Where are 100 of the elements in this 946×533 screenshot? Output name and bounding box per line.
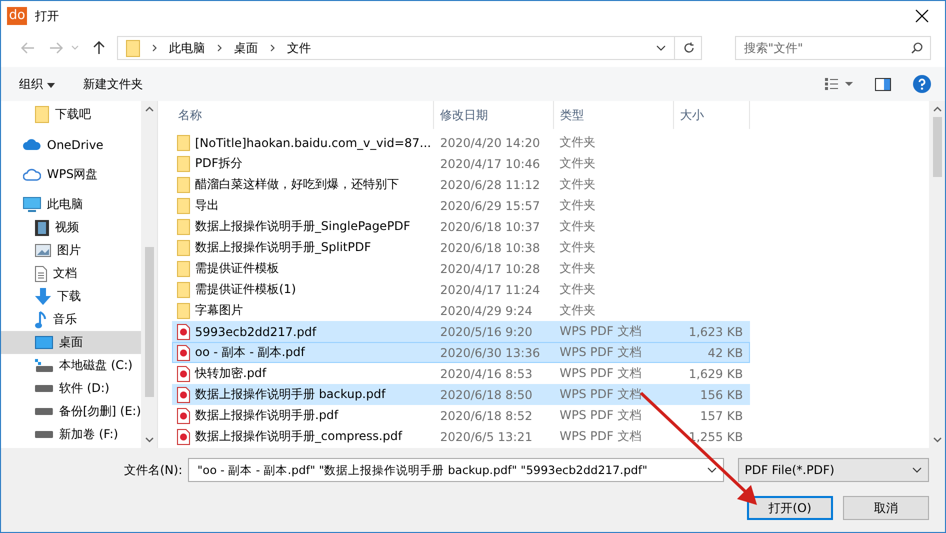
modified-date: 2020/6/18 10:37 xyxy=(439,220,541,234)
file-row[interactable]: 导出 2020/6/29 15:57 文件夹 xyxy=(172,195,750,216)
sidebar-item[interactable]: 此电脑 xyxy=(1,193,141,216)
picture-icon xyxy=(35,244,51,257)
file-row[interactable]: 5993ecb2dd217.pdf 2020/5/16 9:20 WPS PDF 文档 1,623 KB xyxy=(172,321,750,342)
close-icon[interactable] xyxy=(915,9,929,23)
breadcrumb-item[interactable]: 桌面 xyxy=(234,40,258,56)
modified-date: 2020/6/18 8:50 xyxy=(439,388,534,402)
column-header[interactable]: 类型 xyxy=(554,101,674,129)
modified-date: 2020/4/20 14:20 xyxy=(439,136,541,150)
folder-icon xyxy=(177,176,190,192)
new-folder-button[interactable]: 新建文件夹 xyxy=(74,72,151,96)
drive-icon xyxy=(35,408,53,415)
file-type: WPS PDF 文档 xyxy=(558,428,642,445)
file-name: [NoTitle]haokan.baidu.com_v_vid=87... xyxy=(195,136,432,150)
down-arrow-icon xyxy=(35,288,51,305)
music-note-icon xyxy=(35,310,47,328)
sidebar-item[interactable]: 下载 xyxy=(1,285,141,308)
scroll-down-icon[interactable] xyxy=(932,437,942,443)
file-name: 数据上报操作说明手册_SplitPDF xyxy=(195,239,371,256)
search-field[interactable]: 搜索"文件" xyxy=(735,36,931,60)
film-icon xyxy=(35,220,49,236)
file-size: 1,629 KB xyxy=(688,366,743,380)
modified-date: 2020/4/17 10:28 xyxy=(439,262,541,276)
scroll-up-icon[interactable] xyxy=(932,106,942,112)
file-row[interactable]: [NoTitle]haokan.baidu.com_v_vid=87... 2020/4/20 14:20 文件夹 xyxy=(172,132,750,153)
file-type: 文件夹 xyxy=(558,281,597,298)
file-type: WPS PDF 文档 xyxy=(558,344,642,361)
file-type: 文件夹 xyxy=(558,176,597,193)
scrollbar-thumb[interactable] xyxy=(144,247,154,397)
file-row[interactable]: 数据上报操作说明手册_compress.pdf 2020/6/5 13:21 WPS PDF 文档 1,255 KB xyxy=(172,426,750,447)
preview-pane-icon[interactable] xyxy=(875,78,891,90)
file-row[interactable]: 数据上报操作说明手册 backup.pdf 2020/6/18 8:50 WPS PDF 文档 156 KB xyxy=(172,384,750,405)
scroll-down-icon[interactable] xyxy=(144,437,154,443)
file-row[interactable]: oo - 副本 - 副本.pdf 2020/6/30 13:36 WPS PDF 文档 42 KB xyxy=(172,342,750,363)
scrollbar-thumb[interactable] xyxy=(932,117,942,177)
organize-menu-button[interactable]: 组织 xyxy=(11,72,63,96)
modified-date: 2020/4/17 10:46 xyxy=(439,156,541,170)
file-name: 数据上报操作说明手册 backup.pdf xyxy=(195,386,386,403)
sidebar-item[interactable]: 音乐 xyxy=(1,308,141,331)
sidebar-item[interactable]: 软件 (D:) xyxy=(1,377,141,400)
chevron-down-icon[interactable] xyxy=(706,467,717,473)
file-name: PDF拆分 xyxy=(195,155,242,172)
file-type: 文件夹 xyxy=(558,302,597,319)
scrollbar[interactable] xyxy=(141,101,157,448)
app-logo: do xyxy=(7,7,28,25)
pdf-file-icon xyxy=(177,366,190,382)
modified-date: 2020/4/29 9:24 xyxy=(439,304,534,318)
breadcrumb-item[interactable]: 此电脑 xyxy=(169,40,205,56)
breadcrumb-item[interactable]: 文件 xyxy=(287,40,311,56)
column-header[interactable]: 修改日期 xyxy=(434,101,554,129)
scroll-up-icon[interactable] xyxy=(144,106,154,112)
sidebar-item[interactable]: 视频 xyxy=(1,216,141,239)
column-header[interactable]: 名称 xyxy=(172,101,434,129)
sidebar-item[interactable]: 图片 xyxy=(1,239,141,262)
scrollbar[interactable] xyxy=(929,101,945,448)
cancel-button[interactable]: 取消 xyxy=(843,496,929,520)
file-row[interactable]: 需提供证件模板 2020/4/17 10:28 文件夹 xyxy=(172,258,750,279)
sidebar-item[interactable]: 下载吧 xyxy=(1,103,141,126)
sidebar-item[interactable]: WPS网盘 xyxy=(1,163,141,186)
chevron-down-icon[interactable] xyxy=(656,45,666,51)
filename-field[interactable]: "oo - 副本 - 副本.pdf" "数据上报操作说明手册 backup.pdf" "5993ecb2dd217.pdf" xyxy=(188,458,724,482)
file-size: 1,623 KB xyxy=(688,324,743,338)
sidebar-item[interactable]: 新加卷 (F:) xyxy=(1,423,141,446)
chevron-right-icon xyxy=(270,44,275,52)
address-bar[interactable]: 此电脑 桌面 文件 xyxy=(117,36,702,60)
file-row[interactable]: 字幕图片 2020/4/29 9:24 文件夹 xyxy=(172,300,750,321)
sidebar-item[interactable]: 桌面 xyxy=(1,331,141,354)
modified-date: 2020/6/18 10:38 xyxy=(439,240,541,254)
pdf-file-icon xyxy=(177,344,190,360)
pdf-file-icon xyxy=(177,324,190,340)
sidebar-item[interactable]: OneDrive xyxy=(1,133,141,156)
refresh-icon[interactable] xyxy=(683,42,695,54)
file-row[interactable]: 数据上报操作说明手册.pdf 2020/6/18 8:52 WPS PDF 文档 157 KB xyxy=(172,405,750,426)
file-name: 快转加密.pdf xyxy=(195,365,266,382)
sidebar-item[interactable]: 文档 xyxy=(1,262,141,285)
file-row[interactable]: 快转加密.pdf 2020/4/16 8:53 WPS PDF 文档 1,629 KB xyxy=(172,363,750,384)
file-row[interactable]: PDF拆分 2020/4/17 10:46 文件夹 xyxy=(172,153,750,174)
open-button[interactable]: 打开(O) xyxy=(747,496,833,520)
sidebar-item[interactable]: 本地磁盘 (C:) xyxy=(1,354,141,377)
file-type: 文件夹 xyxy=(558,155,597,172)
help-icon[interactable] xyxy=(913,75,931,93)
sidebar-item[interactable]: 备份[勿删] (E:) xyxy=(1,400,141,423)
window-title: 打开 xyxy=(35,8,60,24)
file-type-dropdown[interactable]: PDF File(*.PDF) xyxy=(738,458,929,482)
file-row[interactable]: 数据上报操作说明手册_SplitPDF 2020/6/18 10:38 文件夹 xyxy=(172,237,750,258)
file-row[interactable]: 需提供证件模板(1) 2020/4/17 11:24 文件夹 xyxy=(172,279,750,300)
chevron-right-icon xyxy=(217,44,222,52)
chevron-right-icon xyxy=(152,44,157,52)
folder-icon xyxy=(177,260,190,276)
file-row[interactable]: 数据上报操作说明手册_SinglePagePDF 2020/6/18 10:37 文件夹 xyxy=(172,216,750,237)
pdf-file-icon xyxy=(177,386,190,402)
column-header[interactable]: 大小 xyxy=(674,101,750,129)
chevron-down-icon xyxy=(912,467,922,473)
folder-icon xyxy=(177,282,190,298)
modified-date: 2020/6/5 13:21 xyxy=(439,430,534,444)
up-arrow-icon[interactable] xyxy=(93,41,105,55)
view-options-icon[interactable] xyxy=(825,78,853,90)
document-icon xyxy=(35,266,47,282)
file-row[interactable]: 醋溜白菜这样做，好吃到爆，还特别下 2020/6/28 11:12 文件夹 xyxy=(172,174,750,195)
